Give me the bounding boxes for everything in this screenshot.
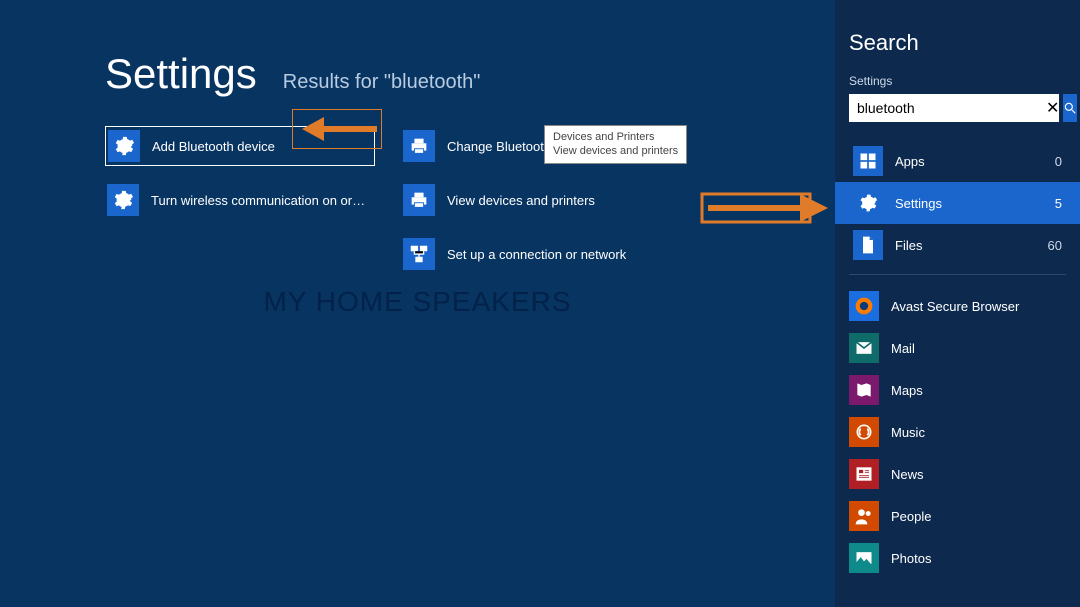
app-label: Maps (891, 383, 923, 398)
search-result-item[interactable]: Turn wireless communication on or off (105, 180, 375, 220)
app-people[interactable]: People (849, 495, 1066, 537)
people-icon (849, 501, 879, 531)
hover-tooltip: Devices and Printers View devices and pr… (544, 125, 687, 164)
result-label: Set up a connection or network (447, 247, 626, 262)
heading-block: Settings Results for "bluetooth" (105, 50, 835, 98)
mail-icon (849, 333, 879, 363)
search-result-item[interactable]: View devices and printers (401, 180, 671, 220)
maps-icon (849, 375, 879, 405)
page-title: Settings (105, 50, 257, 98)
search-scope-list: Apps 0 Settings 5 Files 60 (849, 140, 1066, 266)
scope-files[interactable]: Files 60 (849, 224, 1066, 266)
results-subtitle: Results for "bluetooth" (283, 71, 481, 94)
app-music[interactable]: Music (849, 411, 1066, 453)
app-maps[interactable]: Maps (849, 369, 1066, 411)
search-input[interactable] (849, 94, 1046, 122)
tooltip-title: Devices and Printers (553, 130, 678, 144)
results-columns: Add Bluetooth device Turn wireless commu… (105, 126, 835, 274)
printer-icon (403, 130, 435, 162)
gear-icon (107, 184, 139, 216)
search-heading: Search (849, 30, 1066, 56)
watermark-text: MY HOME SPEAKERS (0, 286, 835, 318)
search-result-item[interactable]: Set up a connection or network (401, 234, 671, 274)
results-column-1: Add Bluetooth device Turn wireless commu… (105, 126, 375, 274)
app-label: Mail (891, 341, 915, 356)
scope-count: 60 (1048, 238, 1062, 253)
scope-label: Apps (895, 154, 1043, 169)
app-mail[interactable]: Mail (849, 327, 1066, 369)
clear-search-icon[interactable]: ✕ (1046, 94, 1059, 122)
news-icon (849, 459, 879, 489)
app-label: People (891, 509, 931, 524)
search-submit-button[interactable] (1063, 94, 1077, 122)
search-scope-label: Settings (849, 74, 1066, 88)
app-photos[interactable]: Photos (849, 537, 1066, 579)
search-result-item[interactable]: Add Bluetooth device (105, 126, 375, 166)
search-icon (1063, 101, 1077, 115)
search-box: ✕ (849, 94, 1066, 122)
music-icon (849, 417, 879, 447)
avast-icon (849, 291, 879, 321)
scope-count: 5 (1055, 196, 1062, 211)
scope-apps[interactable]: Apps 0 (849, 140, 1066, 182)
network-icon (403, 238, 435, 270)
search-charm-panel: Search Settings ✕ Apps 0 Settings 5 File… (835, 0, 1080, 607)
app-avast-secure-browser[interactable]: Avast Secure Browser (849, 285, 1066, 327)
scope-settings[interactable]: Settings 5 (835, 182, 1080, 224)
result-label: Add Bluetooth device (152, 139, 275, 154)
scope-label: Files (895, 238, 1036, 253)
photos-icon (849, 543, 879, 573)
printer-alt-icon (403, 184, 435, 216)
settings-results-pane: Settings Results for "bluetooth" Add Blu… (0, 0, 835, 607)
result-label: View devices and printers (447, 193, 595, 208)
search-app-list: Avast Secure Browser Mail Maps Music New… (849, 285, 1066, 579)
gear-icon (853, 188, 883, 218)
scope-count: 0 (1055, 154, 1062, 169)
apps-icon (853, 146, 883, 176)
app-label: Music (891, 425, 925, 440)
app-news[interactable]: News (849, 453, 1066, 495)
gear-icon (108, 130, 140, 162)
panel-divider (849, 274, 1066, 275)
app-label: Avast Secure Browser (891, 299, 1019, 314)
scope-label: Settings (895, 196, 1043, 211)
app-label: News (891, 467, 924, 482)
tooltip-desc: View devices and printers (553, 144, 678, 158)
result-label: Turn wireless communication on or off (151, 193, 367, 208)
file-icon (853, 230, 883, 260)
app-label: Photos (891, 551, 931, 566)
